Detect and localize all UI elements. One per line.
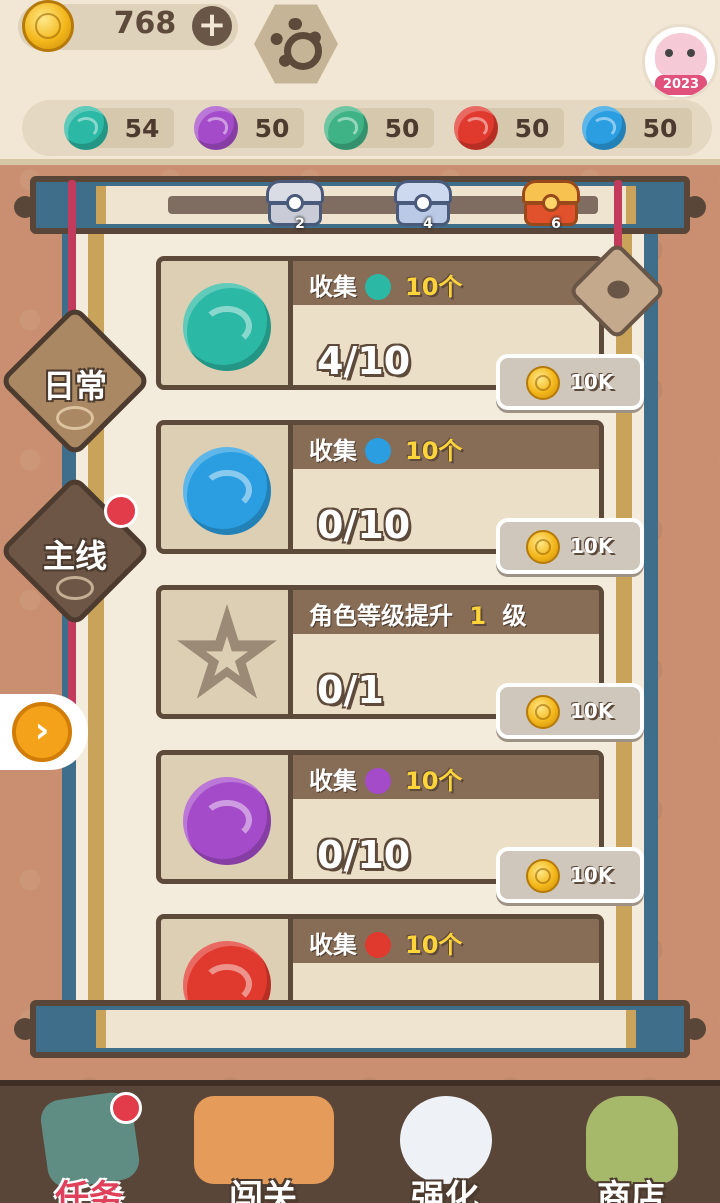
claim-reward-button[interactable]: 10K xyxy=(496,847,644,903)
avatar-button[interactable]: 2023 xyxy=(642,24,718,100)
resource-value: 50 xyxy=(254,114,290,143)
chest-requirement: 6 xyxy=(551,216,561,232)
tab-daily[interactable]: 日常 xyxy=(0,304,152,458)
task-title: 收集 xyxy=(309,437,357,465)
fire-orb-icon xyxy=(183,941,271,1002)
coin-icon xyxy=(526,695,560,729)
level-star-icon xyxy=(177,604,277,699)
task-amount: 10个 xyxy=(405,437,463,465)
task-amount: 10个 xyxy=(405,273,463,301)
chevron-right-icon: › xyxy=(12,702,72,762)
resource-chip-cloud: 54 xyxy=(64,106,174,150)
task-amount: 1 xyxy=(469,602,487,630)
task-card: 收集 10个 xyxy=(156,914,604,1002)
nav-label: 任务 xyxy=(55,1178,123,1203)
reward-amount: 10K xyxy=(570,863,614,887)
cloud-orb-icon xyxy=(64,106,108,150)
wind-orb-icon xyxy=(183,777,271,865)
coin-amount: 768 xyxy=(113,6,177,41)
nav-tasks[interactable]: 任务 xyxy=(14,1086,164,1203)
nav-upgrade[interactable]: 强化 xyxy=(370,1086,520,1203)
scroll-bottom-rod xyxy=(30,1000,690,1058)
wind-orb-icon xyxy=(194,106,238,150)
claim-reward-button[interactable]: 10K xyxy=(496,354,644,410)
water-orb-icon xyxy=(365,438,391,464)
reward-chest-1[interactable]: 2 xyxy=(262,176,328,232)
fire-orb-icon xyxy=(454,106,498,150)
fire-orb-icon xyxy=(365,932,391,958)
nav-label: 强化 xyxy=(411,1178,479,1203)
cloud-orb-icon xyxy=(183,283,271,371)
tab-label: 日常 xyxy=(42,367,107,405)
task-title: 收集 xyxy=(309,767,357,795)
nav-label: 商店 xyxy=(597,1178,665,1203)
resource-value: 50 xyxy=(642,114,678,143)
resource-chip-leaf: 50 xyxy=(324,106,434,150)
reward-amount: 10K xyxy=(570,534,614,558)
resource-value: 50 xyxy=(384,114,420,143)
coin-icon xyxy=(526,366,560,400)
resource-chip-fire: 50 xyxy=(454,106,564,150)
task-progress: 0/10 xyxy=(317,833,411,877)
water-orb-icon xyxy=(183,447,271,535)
avatar-year-badge: 2023 xyxy=(655,75,707,95)
chest-requirement: 2 xyxy=(295,216,305,232)
task-title: 收集 xyxy=(309,931,357,959)
resource-value: 54 xyxy=(124,114,160,143)
task-amount: 10个 xyxy=(405,767,463,795)
cloud-orb-icon xyxy=(365,274,391,300)
task-title: 收集 xyxy=(309,273,357,301)
task-progress: 0/1 xyxy=(317,668,384,712)
reward-amount: 10K xyxy=(570,699,614,723)
bottom-nav: 任务 闯关 强化 商店 xyxy=(0,1080,720,1203)
leaf-orb-icon xyxy=(324,106,368,150)
notification-dot xyxy=(110,1092,142,1124)
expand-side-button[interactable]: › xyxy=(0,694,88,770)
chest-requirement: 4 xyxy=(423,216,433,232)
nav-label: 闯关 xyxy=(229,1178,297,1203)
gear-icon xyxy=(270,18,322,70)
add-coins-button[interactable]: + xyxy=(192,6,232,46)
wind-orb-icon xyxy=(365,768,391,794)
nav-stages[interactable]: 闯关 xyxy=(188,1086,338,1203)
reward-chest-3[interactable]: 6 xyxy=(518,176,584,232)
nav-shop[interactable]: 商店 xyxy=(556,1086,706,1203)
reward-chest-2[interactable]: 4 xyxy=(390,176,456,232)
resource-value: 50 xyxy=(514,114,550,143)
paw-icon xyxy=(607,280,630,299)
avatar-face-icon xyxy=(655,33,707,79)
claim-reward-button[interactable]: 10K xyxy=(496,683,644,739)
task-progress: 0/10 xyxy=(317,503,411,547)
water-orb-icon xyxy=(582,106,626,150)
claim-reward-button[interactable]: 10K xyxy=(496,518,644,574)
coin-icon xyxy=(526,859,560,893)
task-amount: 10个 xyxy=(405,931,463,959)
task-unit: 级 xyxy=(502,602,527,630)
coin-icon xyxy=(526,530,560,564)
notification-dot xyxy=(104,494,138,528)
tab-label: 主线 xyxy=(42,537,107,575)
task-title: 角色等级提升 xyxy=(309,602,453,630)
reward-amount: 10K xyxy=(570,370,614,394)
task-progress: 4/10 xyxy=(317,339,411,383)
resource-chip-wind: 50 xyxy=(194,106,304,150)
coin-icon xyxy=(22,0,74,52)
resource-chip-water: 50 xyxy=(582,106,692,150)
